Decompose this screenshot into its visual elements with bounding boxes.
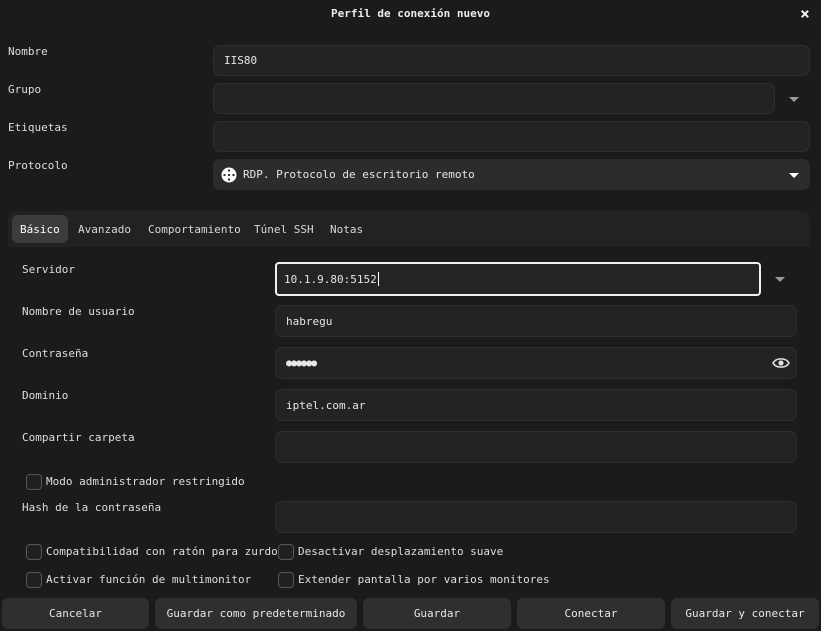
- window-title: Perfil de conexión nuevo: [331, 7, 490, 20]
- dominio-value: iptel.com.ar: [286, 398, 366, 412]
- usuario-label: Nombre de usuario: [22, 305, 135, 318]
- protocolo-label: Protocolo: [8, 159, 68, 172]
- tab-comportamiento[interactable]: Comportamiento: [140, 215, 249, 243]
- protocolo-dropdown-icon[interactable]: [789, 173, 799, 178]
- grupo-dropdown-icon[interactable]: [789, 97, 799, 102]
- close-icon[interactable]: ×: [796, 5, 814, 23]
- contrasena-value: ●●●●●●: [286, 357, 317, 369]
- usuario-value: habregu: [286, 314, 333, 328]
- zurdos-checkbox[interactable]: [26, 544, 42, 560]
- extender-label: Extender pantalla por varios monitores: [298, 573, 550, 586]
- save-button[interactable]: Guardar: [363, 598, 511, 629]
- carpeta-label: Compartir carpeta: [22, 431, 135, 444]
- servidor-value: 10.1.9.80:5152: [284, 272, 377, 286]
- desplazamiento-label: Desactivar desplazamiento suave: [298, 545, 504, 558]
- cancel-button[interactable]: Cancelar: [2, 598, 149, 629]
- tab-tunel-ssh[interactable]: Túnel SSH: [246, 215, 322, 243]
- contrasena-label: Contraseña: [22, 347, 89, 360]
- eye-icon[interactable]: [772, 354, 790, 372]
- modo-admin-checkbox[interactable]: [26, 474, 42, 490]
- protocolo-value: RDP. Protocolo de escritorio remoto: [243, 168, 475, 181]
- dominio-label: Dominio: [22, 389, 69, 402]
- nombre-value: IIS80: [224, 54, 258, 67]
- servidor-dropdown-icon[interactable]: [775, 277, 785, 282]
- protocolo-select[interactable]: RDP. Protocolo de escritorio remoto: [213, 159, 810, 190]
- save-connect-button[interactable]: Guardar y conectar: [671, 598, 819, 629]
- carpeta-input[interactable]: [275, 431, 797, 463]
- save-default-button[interactable]: Guardar como predeterminado: [155, 598, 357, 629]
- tab-notas[interactable]: Notas: [322, 215, 371, 243]
- hash-label: Hash de la contraseña: [22, 501, 162, 514]
- multimonitor-checkbox[interactable]: [26, 572, 42, 588]
- etiquetas-label: Etiquetas: [8, 121, 68, 134]
- hash-input[interactable]: [275, 501, 797, 533]
- etiquetas-input[interactable]: [213, 121, 810, 152]
- grupo-input[interactable]: [213, 83, 775, 114]
- tab-avanzado[interactable]: Avanzado: [70, 215, 139, 243]
- nombre-label: Nombre: [8, 45, 48, 58]
- multimonitor-label: Activar función de multimonitor: [46, 573, 252, 586]
- connect-button[interactable]: Conectar: [517, 598, 665, 629]
- nombre-input[interactable]: IIS80: [213, 45, 810, 76]
- dominio-input[interactable]: iptel.com.ar: [275, 389, 797, 421]
- grupo-label: Grupo: [8, 83, 42, 96]
- zurdos-label: Compatibilidad con ratón para zurdos: [46, 545, 285, 558]
- tab-basico[interactable]: Básico: [12, 215, 68, 243]
- rdp-icon: [221, 167, 237, 182]
- modo-admin-label: Modo administrador restringido: [46, 475, 245, 488]
- servidor-input[interactable]: 10.1.9.80:5152: [275, 262, 761, 296]
- text-caret: [377, 272, 379, 286]
- contrasena-input[interactable]: ●●●●●●: [275, 347, 797, 379]
- extender-checkbox[interactable]: [278, 572, 294, 588]
- servidor-label: Servidor: [22, 263, 75, 276]
- usuario-input[interactable]: habregu: [275, 305, 797, 337]
- desplazamiento-checkbox[interactable]: [278, 544, 294, 560]
